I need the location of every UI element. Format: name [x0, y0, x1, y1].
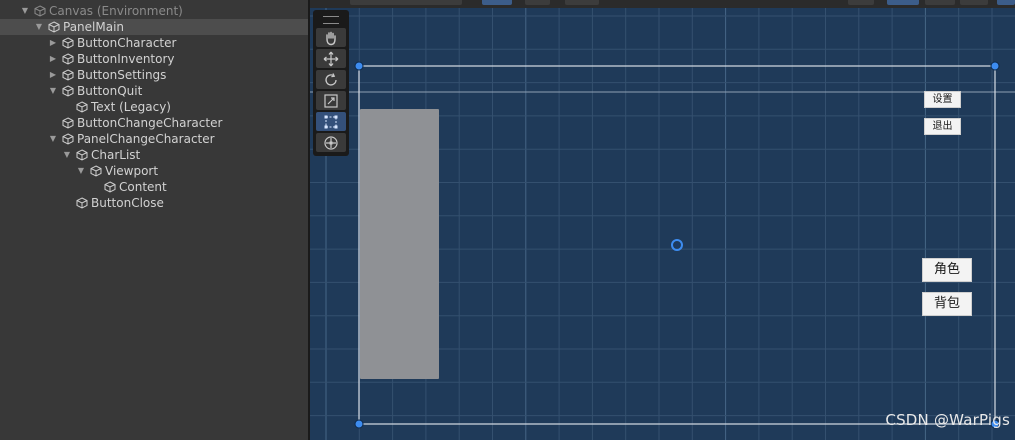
resize-handle-bottom-left[interactable] [354, 419, 364, 429]
pivot-center [675, 243, 679, 247]
hierarchy-item-label: ButtonCharacter [77, 36, 177, 50]
hierarchy-item[interactable]: ▼ PanelMain [0, 19, 308, 35]
hierarchy-item-label: ButtonClose [91, 196, 164, 210]
gameobject-cube-icon [48, 21, 60, 33]
settings-button[interactable]: 设置 [924, 91, 961, 108]
transform-icon [324, 135, 338, 150]
quit-button[interactable]: 退出 [924, 118, 961, 135]
hierarchy-item-label: PanelMain [63, 20, 125, 34]
gameobject-cube-icon [62, 85, 74, 97]
hierarchy-item-label: ButtonChangeCharacter [77, 116, 223, 130]
empty-arrow-slot [62, 102, 72, 112]
gameobject-cube-icon [62, 117, 74, 129]
hierarchy-panel: ▼ Canvas (Environment) ▼ PanelMain ▶ ButtonCh… [0, 0, 308, 440]
expand-arrow-icon[interactable]: ▼ [34, 22, 44, 32]
transform-tool-button[interactable] [316, 133, 346, 152]
gameobject-cube-icon [62, 37, 74, 49]
gameobject-cube-icon [34, 5, 46, 17]
expand-arrow-icon[interactable]: ▼ [48, 86, 58, 96]
gameobject-cube-icon [90, 165, 102, 177]
scene-header-control[interactable] [350, 0, 400, 5]
hierarchy-item[interactable]: ▶ ButtonSettings [0, 67, 308, 83]
hierarchy-item[interactable]: ▶ ButtonCharacter [0, 35, 308, 51]
hierarchy-item[interactable]: ▼ CharList [0, 147, 308, 163]
hand-icon [326, 31, 336, 45]
gameobject-cube-icon [62, 69, 74, 81]
hierarchy-item[interactable]: ▼ PanelChangeCharacter [0, 131, 308, 147]
hierarchy-item-label: ButtonInventory [77, 52, 175, 66]
hierarchy-item-label: Canvas (Environment) [49, 4, 183, 18]
resize-handle-top-left[interactable] [354, 61, 364, 71]
collapse-arrow-icon[interactable]: ▶ [48, 70, 58, 80]
hierarchy-item-label: PanelChangeCharacter [77, 132, 215, 146]
scene-header-control[interactable] [960, 0, 988, 5]
hierarchy-item-label: CharList [91, 148, 141, 162]
resize-handle-top-right[interactable] [990, 61, 1000, 71]
rotate-icon [325, 72, 337, 86]
watermark: CSDN @WarPigs [885, 411, 1010, 429]
gameobject-cube-icon [76, 101, 88, 113]
hierarchy-item[interactable]: ButtonClose [0, 195, 308, 211]
hierarchy-item[interactable]: Content [0, 179, 308, 195]
hierarchy-item[interactable]: ▶ ButtonInventory [0, 51, 308, 67]
empty-arrow-slot [90, 182, 100, 192]
inventory-button[interactable]: 背包 [922, 292, 972, 316]
gameobject-cube-icon [104, 181, 116, 193]
gameobject-cube-icon [76, 197, 88, 209]
gameobject-cube-icon [62, 133, 74, 145]
scene-header-control[interactable] [887, 0, 919, 5]
scene-tools-overlay [313, 10, 349, 156]
hierarchy-item-label: Viewport [105, 164, 159, 178]
scale-tool-button[interactable] [316, 91, 346, 110]
hierarchy-item-label: Text (Legacy) [91, 100, 171, 114]
gameobject-cube-icon [76, 149, 88, 161]
hierarchy-item-label: ButtonSettings [77, 68, 167, 82]
hierarchy-item[interactable]: Text (Legacy) [0, 99, 308, 115]
scene-header-control[interactable] [925, 0, 955, 5]
hand-tool-button[interactable] [316, 28, 346, 47]
hierarchy-item[interactable]: ButtonChangeCharacter [0, 115, 308, 131]
move-arrows-icon [323, 51, 339, 66]
expand-arrow-icon[interactable]: ▼ [48, 134, 58, 144]
empty-arrow-slot [48, 118, 58, 128]
toolbar-grip-icon[interactable] [323, 16, 339, 24]
hierarchy-item-label: ButtonQuit [77, 84, 143, 98]
empty-arrow-slot [62, 198, 72, 208]
collapse-arrow-icon[interactable]: ▶ [48, 38, 58, 48]
hierarchy-item[interactable]: ▼ Canvas (Environment) [0, 3, 308, 19]
scene-view-header [310, 0, 1015, 8]
collapse-arrow-icon[interactable]: ▶ [48, 54, 58, 64]
char-list-panel[interactable] [360, 109, 439, 379]
hierarchy-item-label: Content [119, 180, 167, 194]
gameobject-cube-icon [62, 53, 74, 65]
scene-header-control[interactable] [997, 0, 1015, 5]
scene-header-2d-toggle[interactable] [482, 0, 512, 5]
scene-header-control[interactable] [848, 0, 874, 5]
scene-view[interactable]: 设置 退出 角色 背包 CSDN @WarPigs [310, 0, 1015, 440]
scale-icon [324, 93, 338, 108]
expand-arrow-icon[interactable]: ▼ [76, 166, 86, 176]
rect-tool-button[interactable] [316, 112, 346, 131]
expand-arrow-icon[interactable]: ▼ [62, 150, 72, 160]
hierarchy-item[interactable]: ▼ Viewport [0, 163, 308, 179]
scene-header-control[interactable] [396, 0, 462, 5]
scene-header-control[interactable] [565, 0, 599, 5]
rotate-tool-button[interactable] [316, 70, 346, 89]
hierarchy-item[interactable]: ▼ ButtonQuit [0, 83, 308, 99]
character-button[interactable]: 角色 [922, 258, 972, 282]
move-tool-button[interactable] [316, 49, 346, 68]
expand-arrow-icon[interactable]: ▼ [20, 6, 30, 16]
scene-header-control[interactable] [525, 0, 550, 5]
rect-transform-icon [324, 115, 338, 128]
